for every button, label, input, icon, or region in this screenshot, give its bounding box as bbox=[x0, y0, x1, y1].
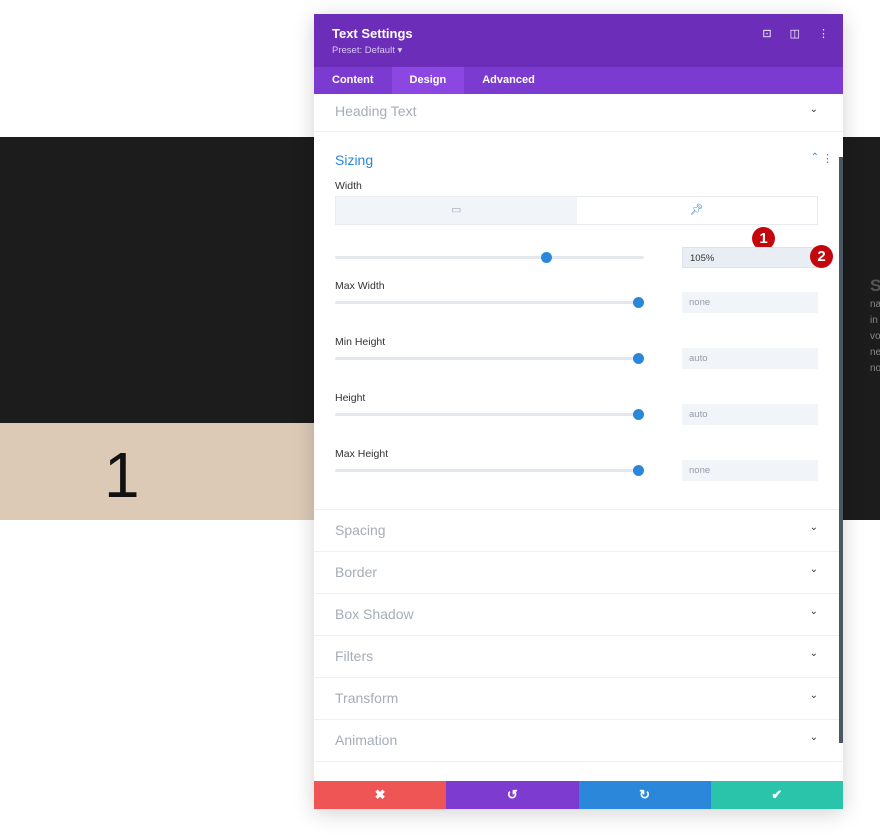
bg-line: S bbox=[870, 276, 880, 295]
value-input[interactable]: none bbox=[682, 460, 818, 481]
device-toggle: ▭ 📌︎ bbox=[335, 196, 818, 225]
beige-section bbox=[0, 423, 314, 520]
text-settings-panel: Text Settings Preset: Default ▾ ⊡ ◫ ⋮ Co… bbox=[314, 14, 843, 809]
slider-handle[interactable] bbox=[633, 465, 644, 476]
width-input[interactable]: 105% bbox=[682, 247, 818, 268]
split-view-icon[interactable]: ◫ bbox=[790, 27, 800, 40]
panel-header[interactable]: Text Settings Preset: Default ▾ ⊡ ◫ ⋮ bbox=[314, 14, 843, 67]
scrollbar[interactable] bbox=[839, 157, 843, 743]
bg-line: vo bbox=[870, 331, 880, 342]
bg-line: in bbox=[870, 315, 878, 326]
field-label: Width bbox=[335, 180, 362, 192]
slider[interactable] bbox=[335, 297, 644, 308]
more-icon[interactable]: ⋮ bbox=[818, 27, 829, 40]
tab-content[interactable]: Content bbox=[314, 67, 392, 94]
slider-handle[interactable] bbox=[633, 297, 644, 308]
slider-handle[interactable] bbox=[540, 252, 552, 263]
section-sizing: Sizing ⌃ ⋮ Width ▭ 📌︎ 1 105% 2 Max Width… bbox=[314, 132, 843, 510]
section-label: Filters bbox=[335, 648, 374, 664]
pin-icon[interactable]: 📌︎ bbox=[576, 197, 817, 224]
panel-title: Text Settings bbox=[332, 26, 413, 41]
section-label: Spacing bbox=[335, 522, 386, 538]
slider-handle[interactable] bbox=[633, 353, 644, 364]
bg-line: na bbox=[870, 299, 880, 310]
preset-dropdown[interactable]: Preset: Default ▾ bbox=[332, 45, 402, 56]
section-label: Transform bbox=[335, 690, 399, 706]
tab-advanced[interactable]: Advanced bbox=[464, 67, 553, 94]
chevron-up-icon[interactable]: ⌃ bbox=[811, 152, 819, 163]
field-label: Max Width bbox=[335, 280, 385, 292]
section-label: Border bbox=[335, 564, 378, 580]
number-heading: 1 bbox=[104, 439, 140, 511]
undo-button[interactable]: ↺ bbox=[446, 781, 579, 809]
chevron-down-icon[interactable]: ⌄ bbox=[810, 690, 818, 701]
section-border[interactable]: Border ⌄ bbox=[314, 552, 843, 594]
chevron-down-icon[interactable]: ⌄ bbox=[810, 522, 818, 533]
background-text: S na in vo ne no bbox=[870, 275, 880, 377]
bg-line: no bbox=[870, 363, 880, 374]
field-label: Max Height bbox=[335, 448, 389, 460]
section-box-shadow[interactable]: Box Shadow ⌄ bbox=[314, 594, 843, 636]
field-label: Min Height bbox=[335, 336, 386, 348]
value-input[interactable]: none bbox=[682, 292, 818, 313]
tab-design[interactable]: Design bbox=[391, 67, 465, 94]
value-input[interactable]: auto bbox=[682, 404, 818, 425]
chevron-down-icon[interactable]: ⌄ bbox=[810, 606, 818, 617]
chevron-down-icon[interactable]: ⌄ bbox=[810, 564, 818, 575]
cancel-button[interactable]: ✖ bbox=[314, 781, 447, 809]
section-label: Box Shadow bbox=[335, 606, 414, 622]
value-input[interactable]: auto bbox=[682, 348, 818, 369]
section-transform[interactable]: Transform ⌄ bbox=[314, 678, 843, 720]
bg-line: ne bbox=[870, 347, 880, 358]
section-animation[interactable]: Animation ⌄ bbox=[314, 720, 843, 762]
slider[interactable] bbox=[335, 353, 644, 364]
field-label: Height bbox=[335, 392, 366, 404]
section-heading-text[interactable]: Heading Text ⌄ bbox=[314, 94, 843, 132]
dark-section-right bbox=[843, 423, 880, 520]
width-slider[interactable] bbox=[335, 252, 644, 263]
desktop-icon[interactable]: ▭ bbox=[336, 197, 577, 224]
section-label: Heading Text bbox=[335, 103, 417, 119]
section-label: Animation bbox=[335, 732, 398, 748]
tab-bar: Content Design Advanced bbox=[314, 67, 843, 94]
section-filters[interactable]: Filters ⌄ bbox=[314, 636, 843, 678]
redo-button[interactable]: ↻ bbox=[578, 781, 711, 809]
focus-icon[interactable]: ⊡ bbox=[762, 27, 771, 40]
section-more-icon[interactable]: ⋮ bbox=[822, 152, 833, 165]
save-button[interactable]: ✔ bbox=[710, 781, 843, 809]
footer-actions: ✖ ↺ ↻ ✔ bbox=[314, 781, 843, 809]
slider-handle[interactable] bbox=[633, 409, 644, 420]
section-label[interactable]: Sizing bbox=[335, 152, 373, 168]
chevron-down-icon[interactable]: ⌄ bbox=[810, 104, 818, 115]
slider[interactable] bbox=[335, 409, 644, 420]
section-spacing[interactable]: Spacing ⌄ bbox=[314, 510, 843, 552]
chevron-down-icon[interactable]: ⌄ bbox=[810, 732, 818, 743]
annotation-badge: 2 bbox=[810, 245, 833, 268]
chevron-down-icon[interactable]: ⌄ bbox=[810, 648, 818, 659]
slider[interactable] bbox=[335, 465, 644, 476]
